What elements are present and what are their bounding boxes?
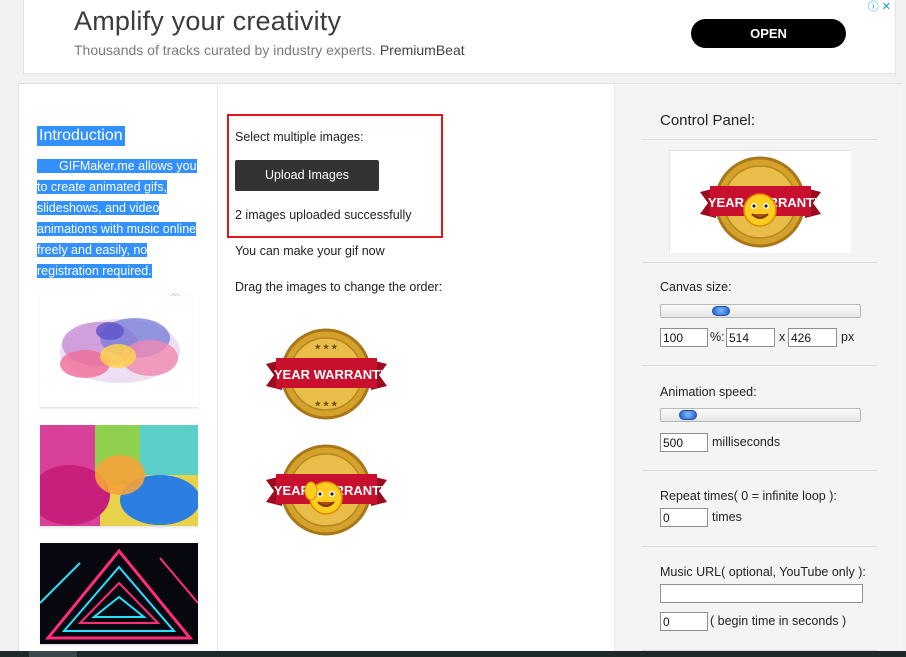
canvas-percent-input[interactable] (660, 328, 708, 347)
music-url-input[interactable] (660, 584, 863, 603)
speed-input[interactable] (660, 433, 708, 452)
divider (642, 262, 877, 263)
bottom-strip-segment (29, 651, 77, 657)
repeat-unit: times (712, 510, 742, 524)
control-panel: Control Panel: 1 YEAR WARRANTY Canvas si… (614, 84, 903, 657)
repeat-label: Repeat times( 0 = infinite loop ): (660, 489, 837, 503)
top-ad-banner[interactable]: Amplify your creativity Thousands of tra… (23, 0, 896, 74)
intro-line: animations with music online (37, 222, 197, 236)
canvas-size-label: Canvas size: (660, 280, 732, 294)
music-url-label: Music URL( optional, YouTube only ): (660, 565, 866, 579)
px-unit: px (841, 330, 855, 344)
ad-subtitle: Thousands of tracks curated by industry … (74, 42, 465, 58)
ad-choices[interactable]: ⓘ ✕ (868, 0, 891, 14)
divider (642, 546, 877, 547)
side-ad-image-1[interactable] (40, 296, 198, 408)
canvas-height-input[interactable] (788, 328, 837, 347)
intro-text: GIFMaker.me allows you to create animate… (37, 156, 205, 282)
upload-status: 2 images uploaded successfully (235, 208, 412, 222)
intro-line: GIFMaker.me allows you (37, 159, 197, 173)
ad-subtitle-text: Thousands of tracks curated by industry … (74, 42, 376, 58)
make-gif-hint: You can make your gif now (235, 244, 385, 258)
repeat-input[interactable] (660, 508, 708, 527)
divider (642, 470, 877, 471)
intro-line: registration required. (37, 264, 152, 278)
intro-line: slideshows, and video (37, 201, 160, 215)
animation-speed-label: Animation speed: (660, 385, 757, 399)
by-symbol: x (779, 330, 786, 344)
badge-text: 1 YEAR WARRANTY (264, 367, 389, 382)
control-panel-title: Control Panel: (660, 112, 756, 129)
divider (642, 365, 877, 366)
begin-time-input[interactable] (660, 612, 708, 631)
info-icon[interactable]: ⓘ (868, 1, 879, 13)
introduction-section: Introduction GIFMaker.me allows you to c… (37, 126, 205, 282)
svg-text:★ ★ ★: ★ ★ ★ (315, 343, 338, 351)
ad-brand: PremiumBeat (379, 42, 465, 58)
slider-handle[interactable] (712, 306, 730, 316)
main-panel: Introduction GIFMaker.me allows you to c… (18, 83, 903, 657)
ad-open-button[interactable]: OPEN (691, 19, 846, 48)
intro-line: to create animated gifs, (37, 180, 167, 194)
select-images-label: Select multiple images: (235, 130, 364, 144)
uploaded-image-2[interactable]: 1 YEAR WARRANTY (263, 438, 389, 543)
upload-images-button[interactable]: Upload Images (235, 160, 379, 191)
bottom-strip (0, 651, 906, 657)
side-ad-image-2[interactable] (40, 425, 198, 527)
begin-time-unit: ( begin time in seconds ) (710, 614, 847, 628)
ad-title[interactable]: Amplify your creativity (74, 6, 341, 37)
speed-unit: milliseconds (712, 435, 781, 449)
gif-preview: 1 YEAR WARRANTY (669, 150, 851, 253)
percent-unit: %: (710, 330, 725, 344)
close-icon[interactable]: ✕ (882, 1, 891, 13)
canvas-size-slider[interactable] (660, 304, 861, 318)
animation-speed-slider[interactable] (660, 408, 861, 422)
intro-title: Introduction (37, 126, 125, 146)
uploaded-image-1[interactable]: 1 YEAR WARRANTY ★ ★ ★ ★ ★ ★ (263, 322, 389, 427)
svg-text:★ ★ ★: ★ ★ ★ (315, 400, 338, 408)
divider (642, 139, 877, 140)
canvas-width-input[interactable] (726, 328, 775, 347)
left-column: Introduction GIFMaker.me allows you to c… (19, 84, 218, 657)
drag-order-hint: Drag the images to change the order: (235, 280, 443, 294)
slider-handle[interactable] (679, 410, 697, 420)
side-ad-image-3[interactable] (40, 543, 198, 645)
intro-line: freely and easily, no (37, 243, 148, 257)
